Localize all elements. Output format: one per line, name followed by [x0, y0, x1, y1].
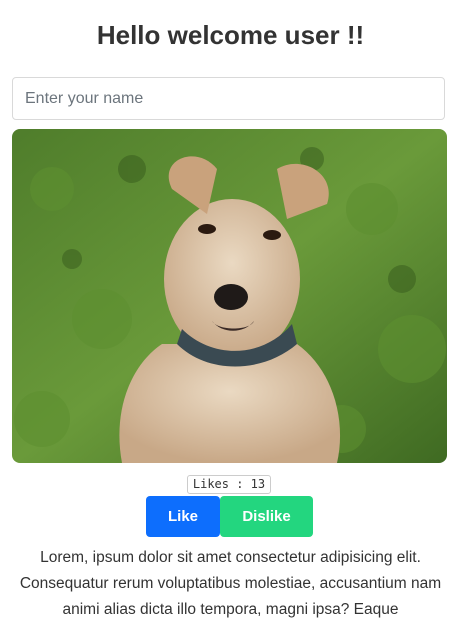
dislike-button[interactable]: Dislike	[220, 496, 313, 537]
dog-photo	[12, 129, 447, 463]
description-text: Lorem, ipsum dolor sit amet consectetur …	[19, 549, 442, 618]
page-title: Hello welcome user !!	[96, 20, 365, 50]
name-input[interactable]	[12, 77, 445, 120]
like-button[interactable]: Like	[146, 496, 220, 537]
page: Hello welcome user !! Enter your name Li…	[0, 0, 461, 621]
likes-counter: Likes : 13	[187, 475, 271, 494]
